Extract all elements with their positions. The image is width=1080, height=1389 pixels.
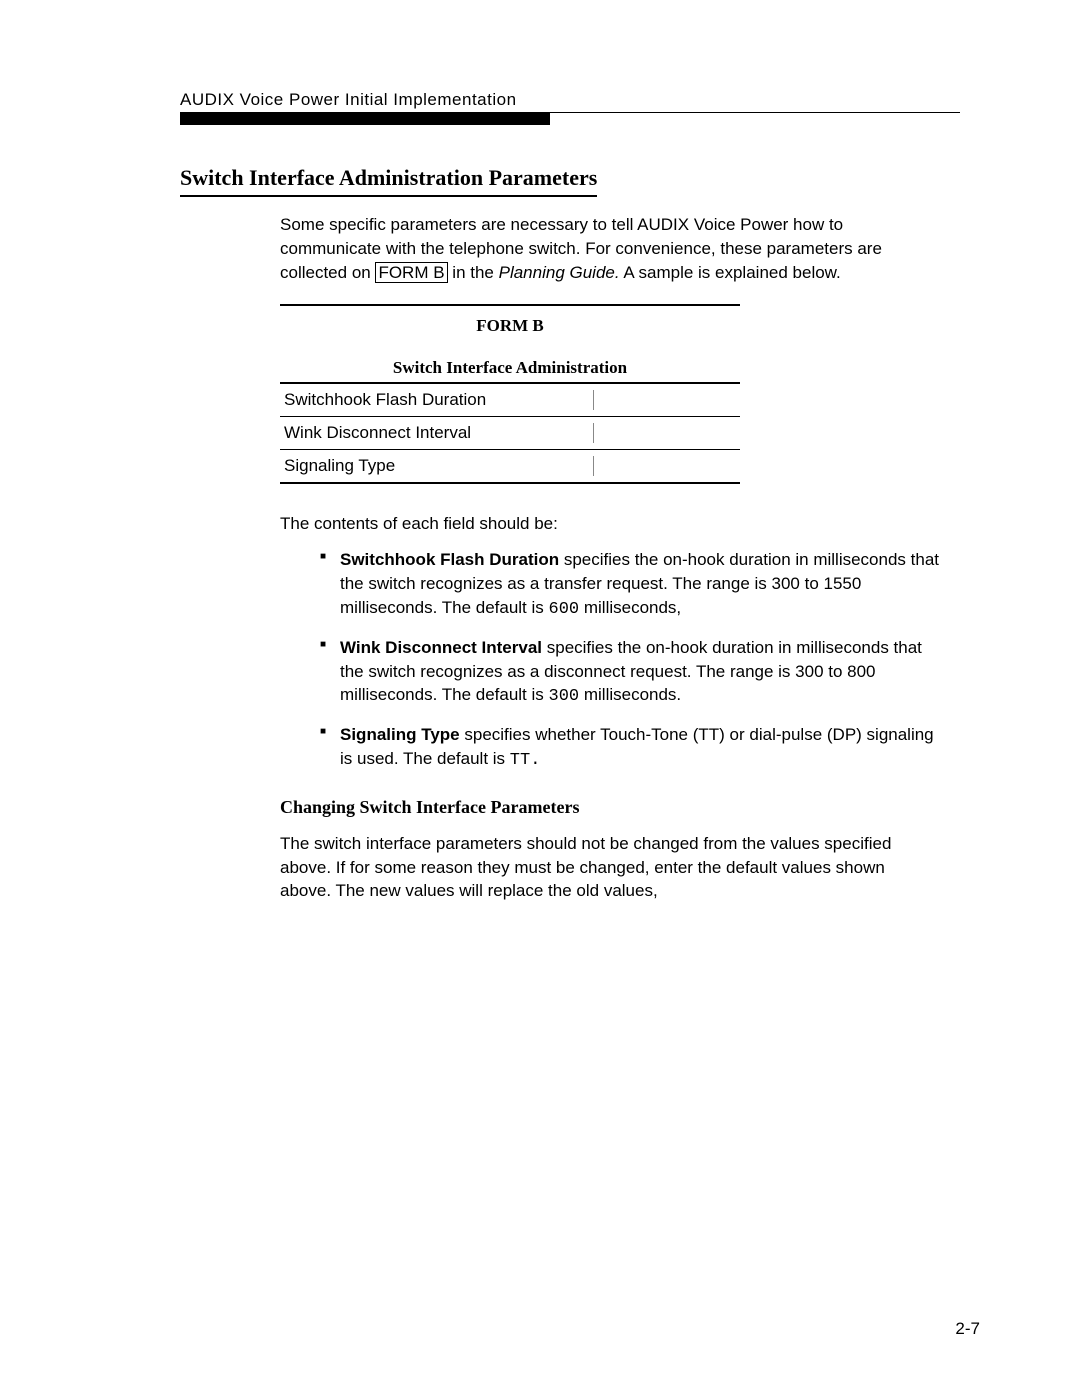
form-block: FORM B Switch Interface Administration S… bbox=[280, 304, 740, 484]
row-value bbox=[593, 417, 740, 450]
row-value bbox=[593, 383, 740, 417]
header-bar bbox=[180, 113, 550, 125]
bullet-bold: Signaling Type bbox=[340, 725, 460, 744]
bullet-text-b: milliseconds. bbox=[579, 685, 681, 704]
row-label: Signaling Type bbox=[280, 450, 593, 484]
intro-text-3: A sample is explained below. bbox=[620, 263, 841, 282]
table-row: Switchhook Flash Duration bbox=[280, 383, 740, 417]
subsection-title: Changing Switch Interface Parameters bbox=[280, 797, 980, 818]
bullet-mono: 300 bbox=[549, 687, 580, 706]
bullet-list: Switchhook Flash Duration specifies the … bbox=[320, 548, 940, 772]
list-item: Signaling Type specifies whether Touch-T… bbox=[320, 723, 940, 773]
bullet-mono: 600 bbox=[549, 600, 580, 619]
list-item: Switchhook Flash Duration specifies the … bbox=[320, 548, 940, 621]
bullet-bold: Wink Disconnect Interval bbox=[340, 638, 542, 657]
row-label: Wink Disconnect Interval bbox=[280, 417, 593, 450]
intro-text-2: in the bbox=[448, 263, 499, 282]
bullet-text-b: milliseconds, bbox=[579, 598, 681, 617]
contents-intro: The contents of each field should be: bbox=[280, 514, 980, 534]
row-label: Switchhook Flash Duration bbox=[280, 383, 593, 417]
document-header: AUDIX Voice Power Initial Implementation bbox=[180, 90, 960, 113]
form-b-title: FORM B bbox=[280, 316, 740, 336]
table-row: Wink Disconnect Interval bbox=[280, 417, 740, 450]
header-title: AUDIX Voice Power Initial Implementation bbox=[180, 90, 517, 110]
intro-italic: Planning Guide. bbox=[499, 263, 620, 282]
bullet-mono: TT. bbox=[510, 751, 541, 770]
table-row: Signaling Type bbox=[280, 450, 740, 484]
form-table-title: Switch Interface Administration bbox=[280, 358, 740, 378]
form-table: Switchhook Flash Duration Wink Disconnec… bbox=[280, 382, 740, 484]
section-intro: Some specific parameters are necessary t… bbox=[280, 213, 940, 284]
bullet-bold: Switchhook Flash Duration bbox=[340, 550, 559, 569]
section-title: Switch Interface Administration Paramete… bbox=[180, 165, 597, 197]
row-value bbox=[593, 450, 740, 484]
form-top-rule bbox=[280, 304, 740, 306]
page-number: 2-7 bbox=[955, 1319, 980, 1339]
subsection-body: The switch interface parameters should n… bbox=[280, 832, 940, 903]
list-item: Wink Disconnect Interval specifies the o… bbox=[320, 636, 940, 709]
form-b-link[interactable]: FORM B bbox=[375, 262, 447, 283]
